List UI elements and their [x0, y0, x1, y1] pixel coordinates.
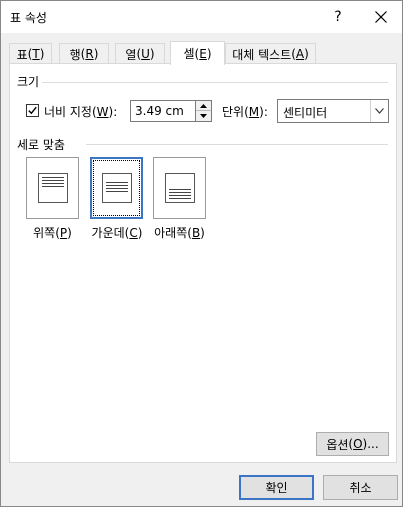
unit-select-value: 센티미터 [283, 106, 328, 120]
align-bottom-icon [164, 173, 195, 203]
cancel-button[interactable]: 취소 [323, 475, 398, 500]
tab-strip: 표(T) 행(R) 열(U) 셀(E) 대체 텍스트(A) [9, 41, 399, 65]
spin-up-button[interactable] [196, 101, 211, 111]
align-top-accel: P [59, 226, 68, 240]
width-value-input[interactable]: 3.49 cm [130, 100, 196, 122]
align-bottom-accel: B [191, 226, 201, 240]
tab-row[interactable]: 행(R) [59, 43, 109, 64]
title-bar: 표 속성 ? [1, 1, 402, 33]
spin-down-icon [200, 114, 207, 118]
vertical-alignment-divider [86, 144, 388, 145]
tab-cell[interactable]: 셀(E) [170, 41, 225, 65]
ok-button[interactable]: 확인 [239, 475, 314, 500]
width-spinner[interactable] [196, 100, 212, 122]
tab-accel: A [295, 47, 305, 61]
checkmark-icon [28, 106, 37, 115]
unit-dropdown-button[interactable] [370, 100, 388, 122]
align-center-label: 가운데(C) [91, 226, 143, 240]
dialog-title: 표 속성 [10, 11, 47, 25]
align-top-icon [37, 173, 68, 203]
help-button[interactable]: ? [319, 1, 357, 33]
align-bottom-button[interactable] [153, 157, 206, 219]
spin-up-icon [200, 103, 207, 108]
options-ellipsis: ... [367, 437, 379, 451]
align-center-accel: C [129, 226, 138, 240]
size-group-divider [42, 82, 388, 83]
unit-label: 단위(M): [222, 105, 268, 119]
options-button[interactable]: 옵션(O)... [316, 432, 389, 456]
size-group-label: 크기 [17, 75, 40, 89]
tab-label: 표 [16, 47, 28, 62]
options-accel: O [353, 437, 363, 451]
ok-text: 확인 [265, 481, 288, 495]
close-icon [375, 11, 387, 23]
align-top-button[interactable] [26, 157, 79, 219]
align-bottom-label: 아래쪽(B) [154, 226, 205, 240]
close-button[interactable] [361, 1, 401, 33]
tab-accel: R [85, 47, 94, 61]
preferred-width-text: 너비 지정 [44, 105, 92, 119]
align-center-icon [101, 173, 132, 203]
tab-accel: T [32, 47, 40, 61]
preferred-width-checkbox[interactable] [26, 104, 39, 117]
align-center-text: 가운데 [91, 226, 125, 240]
tab-table[interactable]: 표(T) [9, 43, 52, 64]
cancel-text: 취소 [349, 481, 372, 495]
spin-down-button[interactable] [196, 111, 211, 121]
tab-label: 대체 텍스트 [232, 47, 292, 62]
help-icon: ? [334, 9, 342, 25]
align-top-text: 위쪽 [33, 226, 56, 240]
vertical-alignment-label: 세로 맞춤 [17, 138, 65, 152]
tab-label: 행 [69, 47, 81, 62]
tab-accel: U [141, 47, 150, 61]
tab-column[interactable]: 열(U) [115, 43, 165, 64]
align-top-label: 위쪽(P) [33, 226, 72, 240]
tab-label: 셀 [183, 47, 195, 61]
cell-tab-panel: 크기 너비 지정(W): 3.49 cm 단위(M): 센티미터 세로 맞춤 위… [9, 63, 397, 463]
align-bottom-text: 아래쪽 [154, 226, 188, 240]
align-center-button[interactable] [90, 157, 143, 219]
tab-label: 열 [125, 47, 137, 62]
table-properties-dialog: 표 속성 ? 표(T) 행(R) 열(U) 셀(E) 대체 텍스트(A) 크기 … [0, 0, 403, 507]
width-value-text: 3.49 cm [135, 104, 184, 118]
unit-text: 단위 [222, 105, 245, 119]
preferred-width-label[interactable]: 너비 지정(W): [44, 103, 117, 120]
unit-select[interactable]: 센티미터 [277, 99, 389, 123]
preferred-width-accel: W [96, 105, 109, 119]
chevron-down-icon [375, 108, 384, 114]
unit-accel: M [248, 105, 260, 119]
tab-accel: E [199, 46, 207, 61]
options-text: 옵션 [326, 437, 349, 452]
tab-alt-text[interactable]: 대체 텍스트(A) [225, 43, 316, 64]
